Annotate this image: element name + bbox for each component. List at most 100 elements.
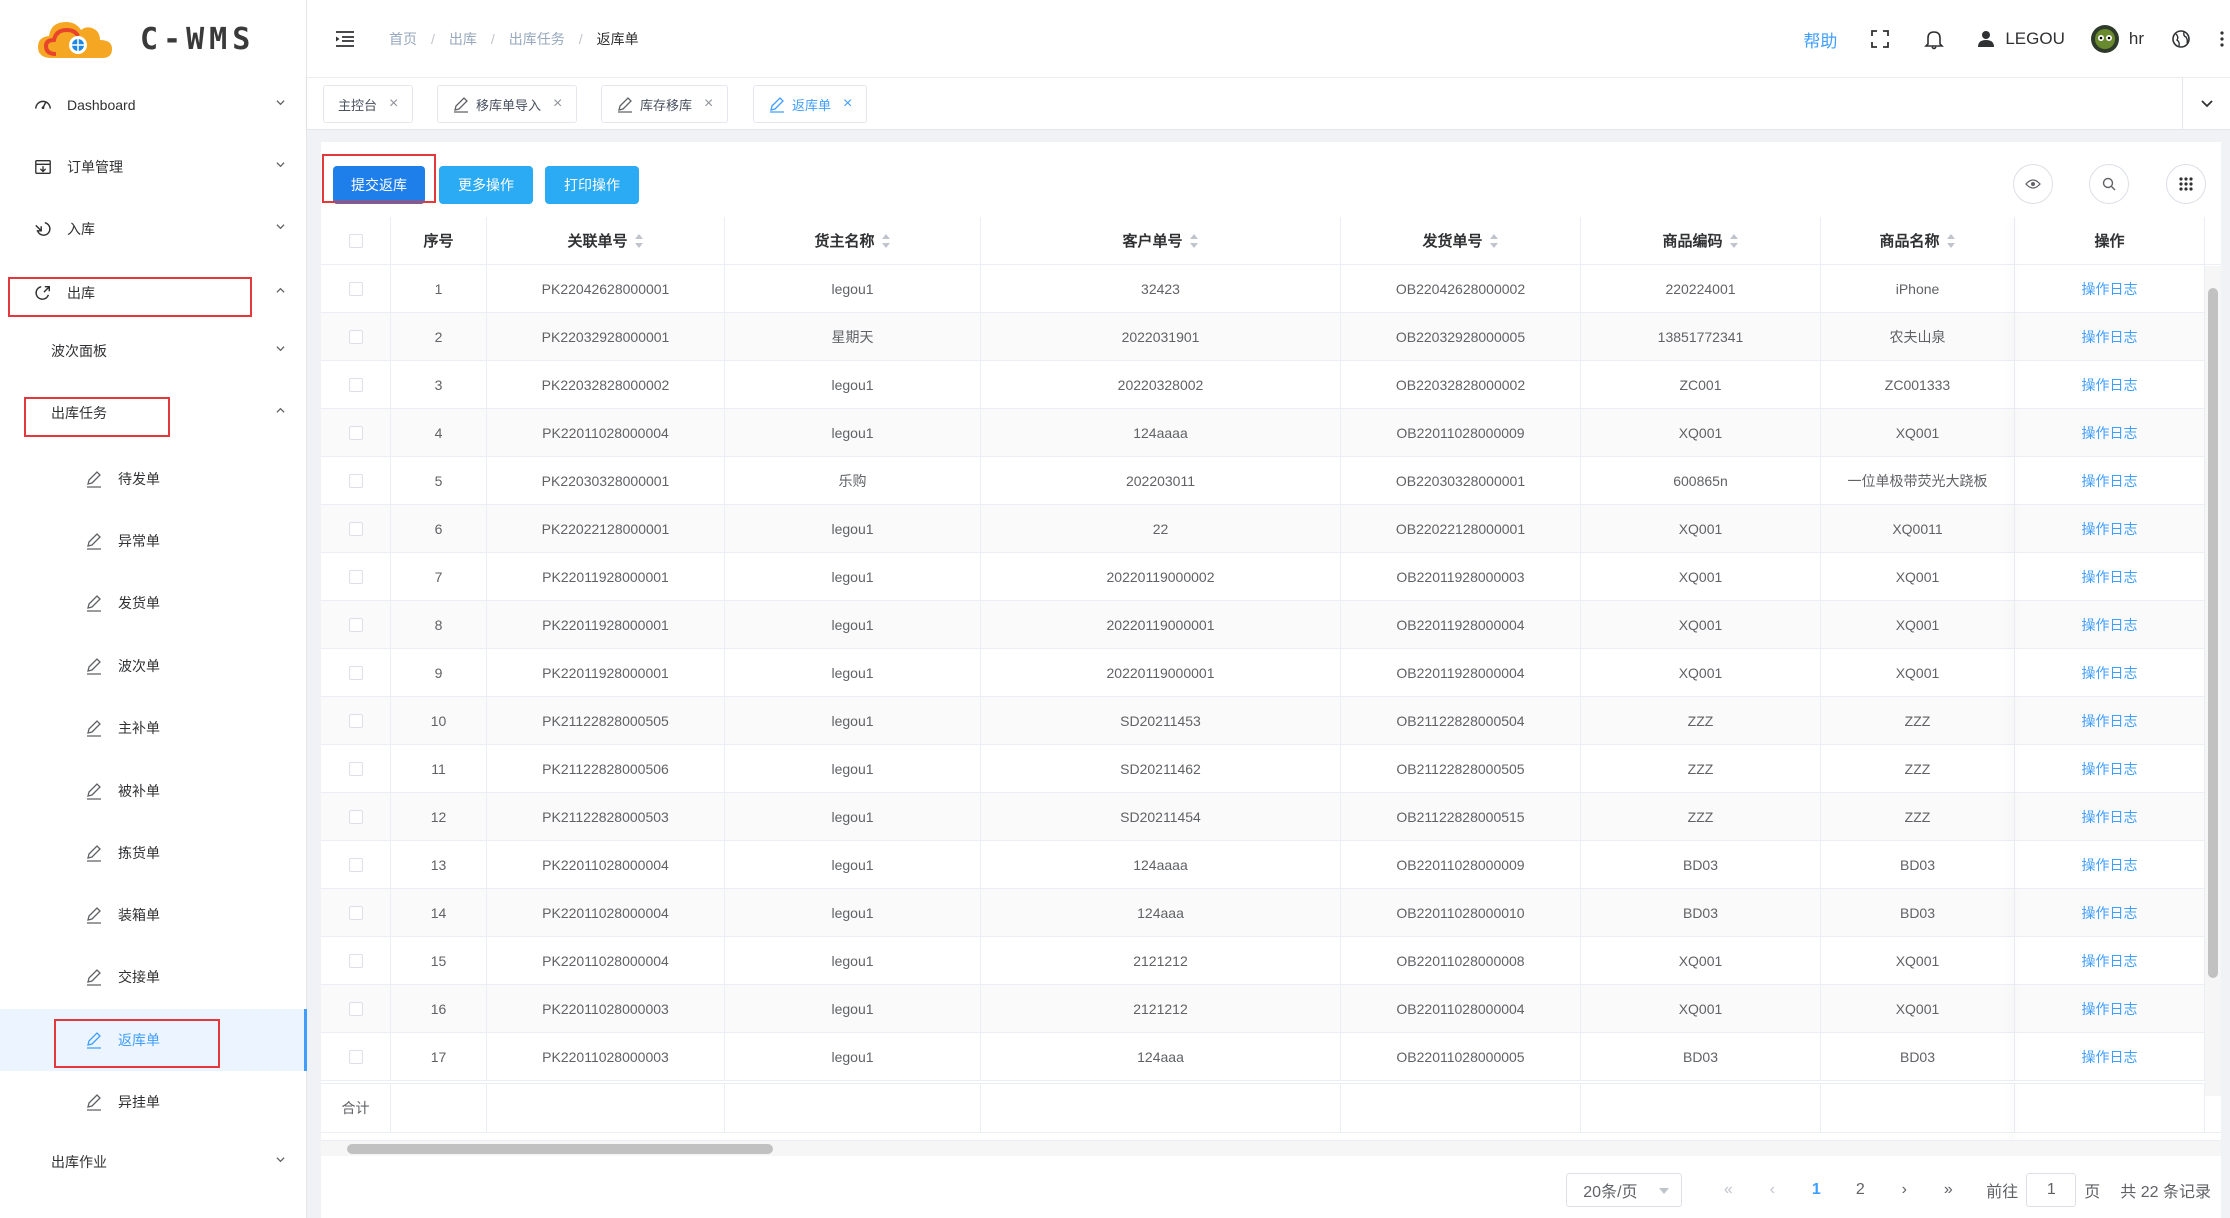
cell-select[interactable] — [321, 313, 391, 360]
row-checkbox[interactable] — [348, 377, 363, 392]
select-all-checkbox[interactable] — [321, 217, 391, 264]
sidebar-item-exception[interactable]: 异常单 — [0, 510, 307, 572]
table-row[interactable]: 10 PK21122828000505 legou1 SD20211453 OB2112… — [321, 697, 2221, 745]
cell-select[interactable] — [321, 457, 391, 504]
tag-transfer-import[interactable]: 移库单导入 × — [437, 85, 578, 123]
column-header-product[interactable]: 商品名称 — [1821, 217, 2015, 264]
cell-action[interactable]: 操作日志 — [2015, 457, 2205, 504]
breadcrumb-outbound[interactable]: 出库 — [449, 29, 477, 49]
tag-dashboard[interactable]: 主控台 × — [323, 85, 414, 123]
table-row[interactable]: 9 PK22011928000001 legou1 20220119000001 OB2… — [321, 649, 2221, 697]
tag-return-order[interactable]: 返库单 × — [753, 85, 868, 123]
last-page-icon[interactable]: » — [1926, 1181, 1970, 1199]
cell-select[interactable] — [321, 409, 391, 456]
table-row[interactable]: 14 PK22011028000004 legou1 124aaa OB22011028… — [321, 889, 2221, 937]
sidebar-item-shipping[interactable]: 发货单 — [0, 572, 307, 634]
table-row[interactable]: 12 PK21122828000503 legou1 SD20211454 OB2112… — [321, 793, 2221, 841]
tags-dropdown[interactable] — [2182, 78, 2230, 130]
first-page-icon[interactable]: « — [1706, 1181, 1750, 1199]
cell-select[interactable] — [321, 889, 391, 936]
sidebar-item-outbound[interactable]: 出库 — [0, 262, 307, 324]
cell-action[interactable]: 操作日志 — [2015, 505, 2205, 552]
table-row[interactable]: 13 PK22011028000004 legou1 124aaaa OB2201102… — [321, 841, 2221, 889]
fullscreen-icon[interactable] — [1869, 28, 1891, 50]
cell-action[interactable]: 操作日志 — [2015, 745, 2205, 792]
cell-action[interactable]: 操作日志 — [2015, 841, 2205, 888]
cell-action[interactable]: 操作日志 — [2015, 601, 2205, 648]
cell-select[interactable] — [321, 505, 391, 552]
cell-select[interactable] — [321, 649, 391, 696]
table-row[interactable]: 17 PK22011028000003 legou1 124aaa OB22011028… — [321, 1033, 2221, 1081]
cell-select[interactable] — [321, 937, 391, 984]
sort-icon[interactable] — [881, 233, 891, 248]
cell-select[interactable] — [321, 793, 391, 840]
scroll-thumb[interactable] — [347, 1144, 773, 1154]
row-checkbox[interactable] — [348, 233, 363, 248]
sort-icon[interactable] — [634, 233, 644, 248]
sidebar-item-inbound[interactable]: 入库 — [0, 198, 307, 260]
close-icon[interactable]: × — [843, 96, 852, 112]
cell-action[interactable]: 操作日志 — [2015, 361, 2205, 408]
sidebar-item-pending[interactable]: 待发单 — [0, 448, 307, 510]
sidebar-item-wave-panel[interactable]: 波次面板 — [0, 320, 307, 382]
column-header-customer-no[interactable]: 客户单号 — [981, 217, 1341, 264]
prev-page-icon[interactable]: ‹ — [1750, 1181, 1794, 1199]
tag-stock-transfer[interactable]: 库存移库 × — [601, 85, 729, 123]
cell-select[interactable] — [321, 841, 391, 888]
row-checkbox[interactable] — [348, 521, 363, 536]
horizontal-scrollbar[interactable] — [321, 1140, 2221, 1156]
cell-action[interactable]: 操作日志 — [2015, 409, 2205, 456]
row-checkbox[interactable] — [348, 281, 363, 296]
sidebar-item-outbound-task[interactable]: 出库任务 — [0, 382, 307, 444]
close-icon[interactable]: × — [553, 96, 562, 112]
cell-select[interactable] — [321, 745, 391, 792]
column-header-ref-no[interactable]: 关联单号 — [487, 217, 725, 264]
table-row[interactable]: 3 PK22032828000002 legou1 20220328002 OB2203… — [321, 361, 2221, 409]
cell-select[interactable] — [321, 265, 391, 312]
table-row[interactable]: 15 PK22011028000004 legou1 2121212 OB2201102… — [321, 937, 2221, 985]
sort-icon[interactable] — [1729, 233, 1739, 248]
cell-action[interactable]: 操作日志 — [2015, 265, 2205, 312]
sort-icon[interactable] — [1189, 233, 1199, 248]
table-row[interactable]: 6 PK22022128000001 legou1 22 OB2202212800000… — [321, 505, 2221, 553]
column-header-owner[interactable]: 货主名称 — [725, 217, 981, 264]
search-button[interactable] — [2089, 164, 2129, 204]
cell-action[interactable]: 操作日志 — [2015, 889, 2205, 936]
breadcrumb-home[interactable]: 首页 — [389, 29, 417, 49]
bell-icon[interactable] — [1923, 28, 1945, 50]
columns-button[interactable] — [2166, 164, 2206, 204]
table-row[interactable]: 16 PK22011028000003 legou1 2121212 OB2201102… — [321, 985, 2221, 1033]
sort-icon[interactable] — [1946, 233, 1956, 248]
table-row[interactable]: 1 PK22042628000001 legou1 32423 OB2204262800… — [321, 265, 2221, 313]
cell-select[interactable] — [321, 697, 391, 744]
row-checkbox[interactable] — [348, 1049, 363, 1064]
user-menu[interactable]: LEGOU — [1977, 29, 2065, 49]
page-size-select[interactable]: 20条/页 — [1566, 1173, 1683, 1207]
eye-button[interactable] — [2013, 164, 2053, 204]
globe-icon[interactable] — [2170, 28, 2192, 50]
sidebar-item-packing[interactable]: 装箱单 — [0, 884, 307, 946]
sort-icon[interactable] — [1489, 233, 1499, 248]
cell-action[interactable]: 操作日志 — [2015, 697, 2205, 744]
more-vertical-icon[interactable] — [2218, 28, 2226, 50]
page-2[interactable]: 2 — [1838, 1181, 1882, 1199]
table-row[interactable]: 2 PK22032928000001 星期天 2022031901 OB22032928… — [321, 313, 2221, 361]
page-1[interactable]: 1 — [1794, 1181, 1838, 1199]
column-header-ship-no[interactable]: 发货单号 — [1341, 217, 1581, 264]
cell-select[interactable] — [321, 985, 391, 1032]
row-checkbox[interactable] — [348, 809, 363, 824]
sidebar-item-main-replenish[interactable]: 主补单 — [0, 697, 307, 759]
row-checkbox[interactable] — [348, 425, 363, 440]
help-link[interactable]: 帮助 — [1803, 27, 1837, 52]
sidebar-item-replenished[interactable]: 被补单 — [0, 760, 307, 822]
more-actions-button[interactable]: 更多操作 — [439, 166, 533, 204]
sidebar-item-return[interactable]: 返库单 — [0, 1009, 307, 1071]
next-page-icon[interactable]: › — [1882, 1181, 1926, 1199]
sidebar-item-dashboard[interactable]: Dashboard — [0, 74, 307, 136]
cell-action[interactable]: 操作日志 — [2015, 313, 2205, 360]
cell-action[interactable]: 操作日志 — [2015, 1033, 2205, 1080]
vertical-scrollbar[interactable] — [2205, 266, 2221, 1096]
goto-input[interactable]: 1 — [2026, 1173, 2077, 1207]
row-checkbox[interactable] — [348, 761, 363, 776]
sidebar-item-wave[interactable]: 波次单 — [0, 635, 307, 697]
